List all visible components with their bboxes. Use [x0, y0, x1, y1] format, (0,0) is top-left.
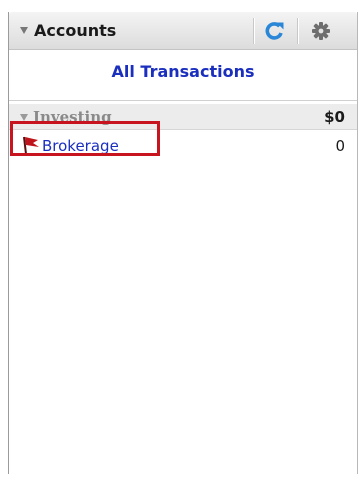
header-divider: [297, 18, 298, 44]
gear-icon: [312, 22, 330, 40]
group-total: $0: [324, 108, 345, 126]
expand-triangle-icon[interactable]: [20, 114, 28, 121]
group-name: Investing: [33, 108, 112, 126]
section-divider: [9, 100, 357, 101]
header-divider: [253, 18, 254, 44]
all-transactions-link[interactable]: All Transactions: [9, 62, 357, 81]
account-group-investing[interactable]: Investing $0: [9, 104, 357, 130]
flag-icon: [23, 136, 39, 155]
accounts-header: Accounts: [9, 12, 357, 50]
account-row-brokerage[interactable]: Brokerage 0: [9, 132, 357, 162]
account-balance: 0: [335, 137, 345, 155]
account-name[interactable]: Brokerage: [42, 137, 119, 155]
refresh-button[interactable]: [263, 20, 287, 42]
refresh-icon: [265, 22, 284, 40]
accounts-panel: Accounts All Transactions Investing $0 B…: [8, 12, 358, 474]
collapse-triangle-icon[interactable]: [20, 27, 28, 34]
accounts-title: Accounts: [34, 21, 117, 40]
settings-button[interactable]: [309, 20, 333, 42]
